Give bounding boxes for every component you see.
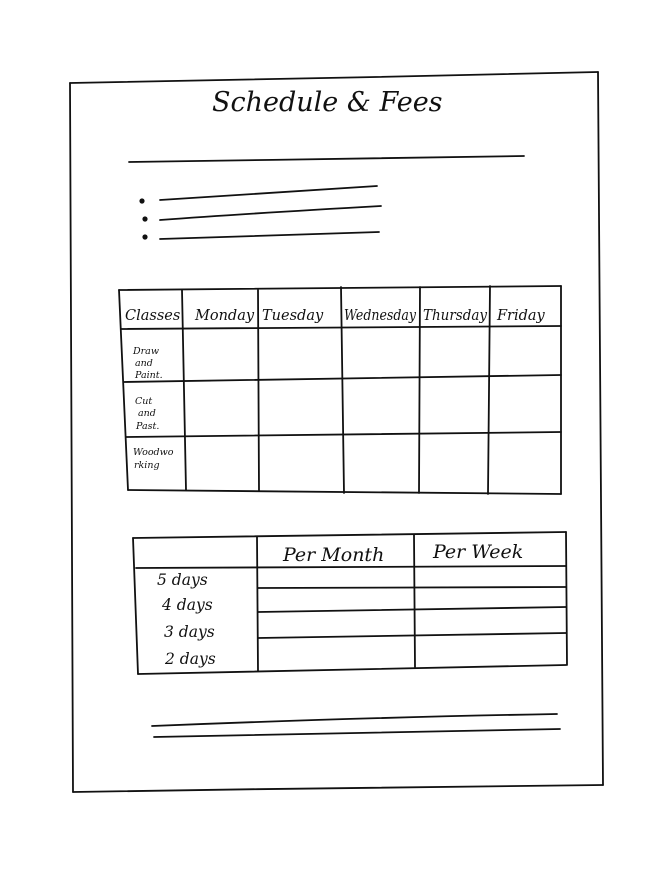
- fees-row-3-days: 3 days: [164, 623, 215, 641]
- schedule-header-thursday: Thursday: [423, 308, 488, 324]
- class-label-cut-paste-line: Cut: [135, 396, 152, 407]
- schedule-header-monday: Monday: [194, 308, 255, 324]
- schedule-header-tuesday: Tuesday: [262, 308, 324, 324]
- class-label-draw-paint-line: and: [135, 358, 153, 369]
- footer-text-placeholder: [151, 713, 561, 738]
- class-label-draw-paint-line: Draw: [132, 346, 159, 357]
- bullet-line: [159, 205, 382, 221]
- bullet-dot: [142, 234, 148, 240]
- schedule-header-classes: Classes: [125, 308, 180, 324]
- fees-row-5-days: 5 days: [157, 571, 208, 589]
- bullet-dot: [142, 216, 148, 222]
- title-underline-placeholder: [128, 155, 525, 163]
- fees-row-labels: 5 days 4 days 3 days 2 days: [157, 571, 216, 668]
- schedule-header-wednesday: Wednesday: [344, 308, 417, 324]
- class-label-draw-paint-line: Paint.: [134, 370, 163, 381]
- page-title: Schedule & Fees: [212, 87, 443, 118]
- class-label-cut-paste-line: Past.: [135, 421, 159, 432]
- bullet-line: [159, 185, 378, 201]
- schedule-row-labels: Draw and Paint. Cut and Past. Woodwo rki…: [132, 346, 174, 471]
- schedule-header-row: Classes Monday Tuesday Wednesday Thursda…: [125, 308, 546, 324]
- bullet-line: [159, 231, 380, 240]
- schedule-header-friday: Friday: [496, 308, 546, 324]
- bullet-dot: [139, 198, 145, 204]
- class-label-woodworking-line: rking: [134, 460, 160, 471]
- fees-header-per-week: Per Week: [432, 541, 523, 563]
- fees-header-per-month: Per Month: [282, 544, 384, 566]
- fees-row-4-days: 4 days: [161, 596, 213, 614]
- sketch-canvas: Schedule & Fees Classes Monday Tuesday W…: [69, 71, 604, 793]
- class-label-cut-paste-line: and: [138, 408, 156, 419]
- fees-header-row: Per Month Per Week: [282, 541, 523, 566]
- bullet-list-placeholder: [139, 185, 382, 240]
- schedule-table-grid: [118, 285, 562, 495]
- class-label-woodworking-line: Woodwo: [133, 447, 174, 458]
- fees-row-2-days: 2 days: [164, 650, 216, 668]
